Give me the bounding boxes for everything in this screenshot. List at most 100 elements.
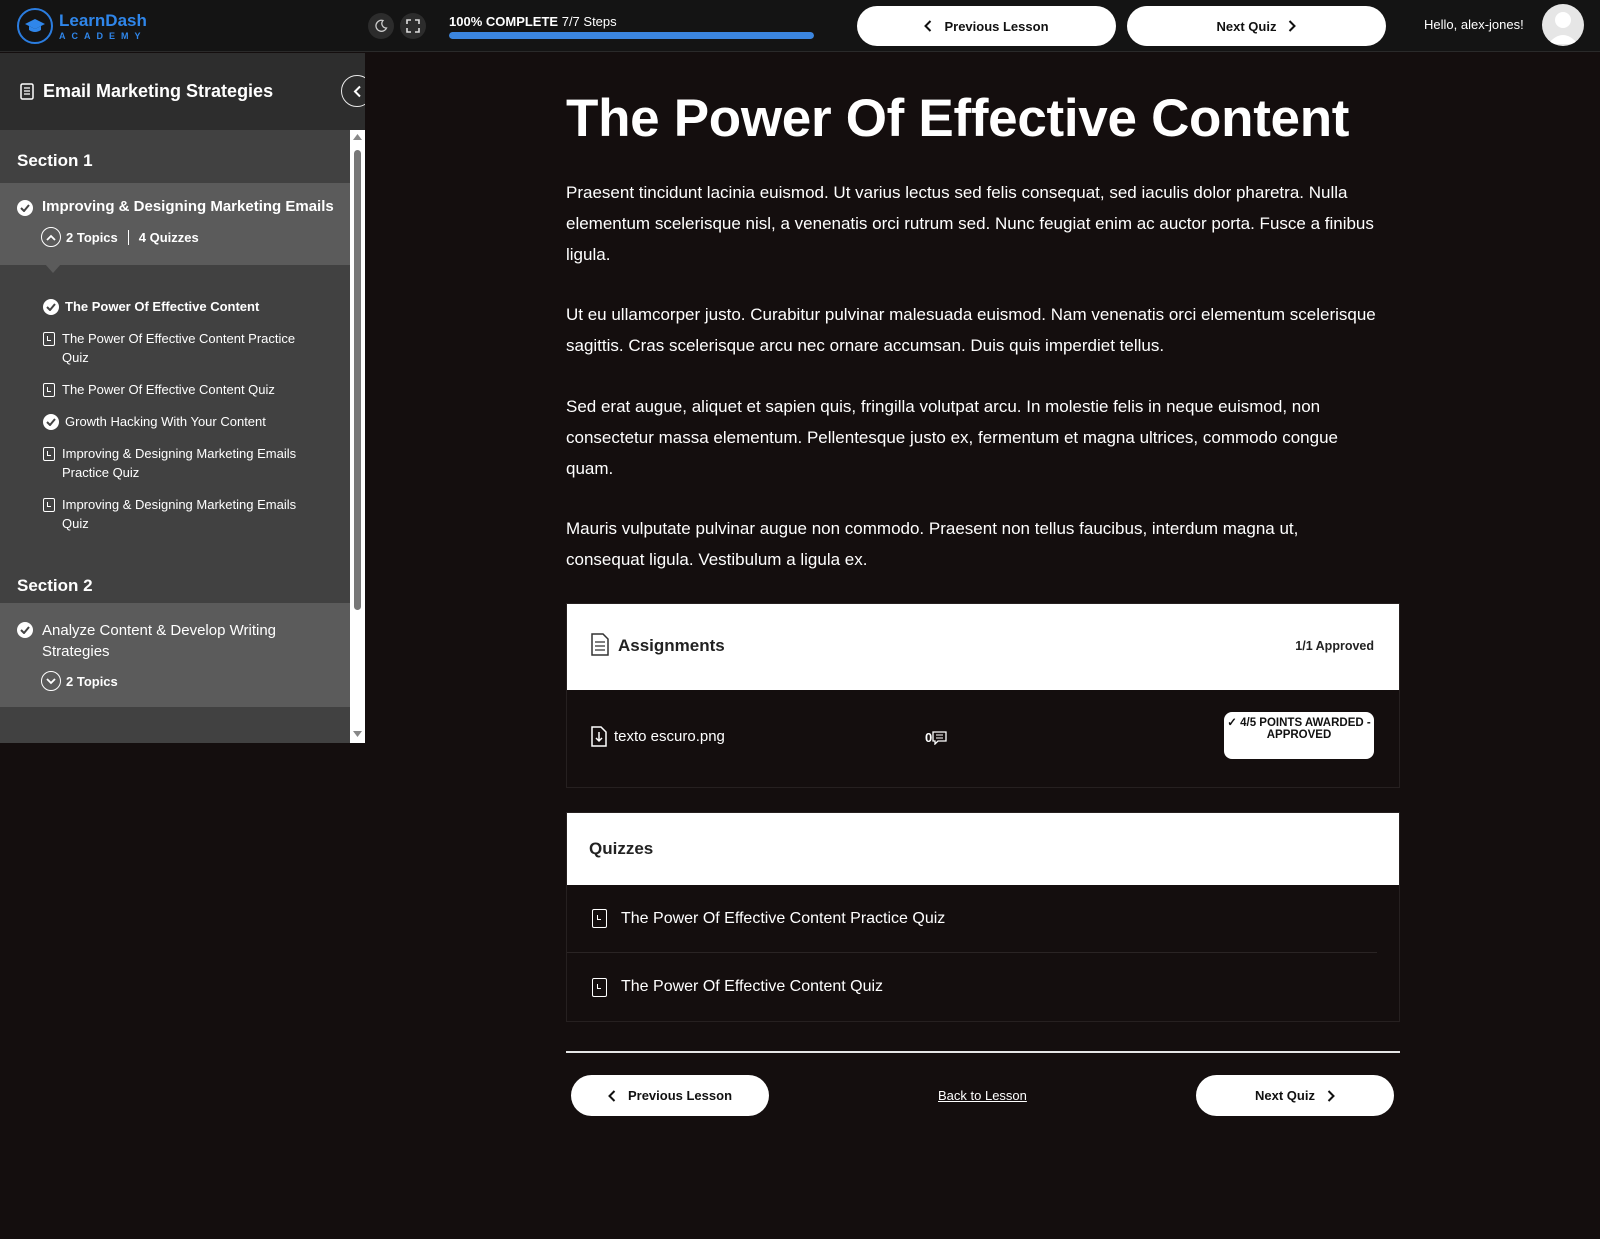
caret-pointer bbox=[45, 264, 61, 273]
user-avatar[interactable] bbox=[1542, 4, 1584, 46]
chevron-left-icon bbox=[924, 20, 932, 32]
collapse-sidebar-button[interactable] bbox=[341, 75, 365, 107]
scrollbar-thumb[interactable] bbox=[354, 150, 361, 610]
progress-percent: 100% COMPLETE bbox=[449, 14, 559, 29]
progress-bar bbox=[449, 32, 814, 39]
lesson-title: Improving & Designing Marketing Emails bbox=[42, 198, 334, 215]
quiz-label: Improving & Designing Marketing Emails P… bbox=[62, 446, 297, 480]
lesson-title: Analyze Content & Develop Writing Strate… bbox=[42, 622, 277, 660]
quizzes-list: The Power Of Effective Content Practice … bbox=[567, 885, 1399, 1021]
back-to-lesson-link[interactable]: Back to Lesson bbox=[938, 1088, 1027, 1103]
points-awarded-badge: ✓ 4/5 POINTS AWARDED - APPROVED bbox=[1224, 712, 1374, 759]
lesson-meta: 2 Topics 4 Quizzes bbox=[0, 227, 365, 247]
quiz-label: The Power Of Effective Content Practice … bbox=[62, 331, 296, 365]
quizzes-count: 4 Quizzes bbox=[138, 229, 199, 245]
quizzes-title: Quizzes bbox=[589, 839, 654, 858]
document-icon bbox=[20, 83, 34, 100]
quiz-icon bbox=[43, 332, 55, 346]
scroll-down-icon[interactable] bbox=[353, 731, 362, 737]
lesson-improving-designing[interactable]: Improving & Designing Marketing Emails 2… bbox=[0, 183, 365, 273]
quiz-item[interactable]: Improving & Designing Marketing Emails Q… bbox=[0, 495, 365, 546]
progress-status: 100% COMPLETE 7/7 Steps bbox=[449, 14, 617, 29]
quizzes-header: Quizzes bbox=[567, 813, 1399, 885]
check-circle-icon bbox=[43, 299, 59, 315]
content-paragraph: Ut eu ullamcorper justo. Curabitur pulvi… bbox=[566, 305, 1376, 355]
assignment-row: texto escuro.png 0 ✓ 4/5 POINTS AWARDED … bbox=[567, 690, 1399, 787]
topics-count: 2 Topics bbox=[66, 229, 118, 245]
quiz-icon bbox=[43, 447, 55, 461]
expand-toggle-button[interactable] bbox=[41, 671, 61, 691]
header-previous-lesson-label: Previous Lesson bbox=[944, 18, 1049, 34]
sidebar-scrollbar[interactable] bbox=[350, 130, 365, 743]
page-title: The Power Of Effective Content bbox=[566, 89, 1350, 148]
section-1-heading: Section 1 bbox=[17, 151, 93, 170]
section-2-heading: Section 2 bbox=[17, 576, 93, 595]
comment-icon bbox=[932, 730, 947, 745]
user-greeting: Hello, alex-jones! bbox=[1424, 17, 1524, 32]
expand-toggle-button[interactable] bbox=[41, 227, 61, 247]
dark-mode-toggle[interactable] bbox=[368, 13, 394, 39]
check-circle-icon bbox=[17, 200, 33, 216]
header-previous-lesson-button[interactable]: Previous Lesson bbox=[857, 6, 1116, 46]
topic-item-current[interactable]: The Power Of Effective Content bbox=[0, 297, 365, 329]
lesson-items-list: The Power Of Effective Content The Power… bbox=[0, 265, 365, 546]
chevron-right-icon bbox=[1327, 1089, 1335, 1102]
chevron-left-icon bbox=[608, 1089, 616, 1102]
quiz-icon bbox=[43, 383, 55, 397]
comments-count[interactable]: 0 bbox=[925, 730, 947, 745]
check-circle-icon bbox=[17, 622, 33, 638]
graduation-cap-icon bbox=[17, 8, 53, 44]
content-paragraph: Mauris vulputate pulvinar augue non comm… bbox=[566, 519, 1299, 569]
top-bar: LearnDash ACADEMY 100% COMPLETE 7/7 Step… bbox=[0, 0, 1600, 52]
lesson-analyze-content[interactable]: Analyze Content & Develop Writing Strate… bbox=[0, 603, 365, 707]
course-sidebar: Email Marketing Strategies Section 1 Imp… bbox=[0, 53, 365, 743]
quiz-list-item[interactable]: The Power Of Effective Content Practice … bbox=[567, 885, 1377, 953]
content-paragraph: Sed erat augue, aliquet et sapien quis, … bbox=[566, 397, 1338, 478]
assignments-status: 1/1 Approved bbox=[1295, 639, 1374, 653]
assignments-header: Assignments 1/1 Approved bbox=[567, 604, 1399, 690]
comment-count-value: 0 bbox=[925, 730, 933, 745]
quiz-item[interactable]: The Power Of Effective Content Quiz bbox=[0, 380, 365, 412]
quizzes-card: Quizzes The Power Of Effective Content P… bbox=[566, 812, 1400, 1022]
footer-next-quiz-label: Next Quiz bbox=[1255, 1088, 1315, 1103]
footer-previous-lesson-label: Previous Lesson bbox=[627, 1088, 733, 1103]
quiz-label: Improving & Designing Marketing Emails Q… bbox=[62, 497, 297, 531]
quiz-icon bbox=[43, 498, 55, 512]
brand-subtitle: ACADEMY bbox=[59, 30, 147, 41]
quiz-icon bbox=[592, 909, 607, 928]
chevron-up-icon bbox=[46, 234, 56, 241]
footer-next-quiz-button[interactable]: Next Quiz bbox=[1196, 1075, 1394, 1116]
content-paragraph: Praesent tincidunt lacinia euismod. Ut v… bbox=[566, 183, 1374, 264]
expand-icon bbox=[406, 19, 420, 33]
lesson-title-row[interactable]: Improving & Designing Marketing Emails bbox=[0, 198, 365, 216]
download-file-icon[interactable] bbox=[591, 726, 607, 747]
progress-bar-fill bbox=[449, 32, 814, 39]
header-next-quiz-button[interactable]: Next Quiz bbox=[1127, 6, 1386, 46]
brand-name: LearnDash bbox=[59, 10, 147, 30]
quiz-list-label: The Power Of Effective Content Quiz bbox=[621, 978, 884, 995]
quiz-label: The Power Of Effective Content Quiz bbox=[62, 382, 275, 397]
chevron-left-icon bbox=[353, 85, 361, 97]
quiz-list-label: The Power Of Effective Content Practice … bbox=[621, 909, 946, 927]
course-header: Email Marketing Strategies bbox=[0, 53, 365, 130]
fullscreen-toggle[interactable] bbox=[400, 13, 426, 39]
quiz-item[interactable]: The Power Of Effective Content Practice … bbox=[0, 329, 365, 380]
header-next-quiz-label: Next Quiz bbox=[1216, 18, 1277, 34]
lesson-title-row[interactable]: Analyze Content & Develop Writing Strate… bbox=[0, 620, 365, 662]
check-circle-icon bbox=[43, 414, 59, 430]
moon-icon bbox=[375, 19, 388, 32]
footer-previous-lesson-button[interactable]: Previous Lesson bbox=[571, 1075, 769, 1116]
lesson-meta: 2 Topics bbox=[0, 671, 365, 691]
document-icon bbox=[591, 633, 609, 656]
progress-steps: 7/7 Steps bbox=[561, 14, 617, 29]
brand-logo[interactable]: LearnDash ACADEMY bbox=[17, 8, 147, 44]
assignments-card: Assignments 1/1 Approved texto escuro.pn… bbox=[566, 603, 1400, 788]
scroll-up-icon[interactable] bbox=[353, 134, 362, 140]
course-title[interactable]: Email Marketing Strategies bbox=[43, 81, 273, 102]
quiz-item[interactable]: Improving & Designing Marketing Emails P… bbox=[0, 444, 365, 495]
topic-item[interactable]: Growth Hacking With Your Content bbox=[0, 412, 365, 444]
assignment-filename[interactable]: texto escuro.png bbox=[614, 728, 725, 745]
quiz-list-item[interactable]: The Power Of Effective Content Quiz bbox=[567, 953, 1399, 1021]
topic-label: The Power Of Effective Content bbox=[65, 299, 260, 314]
topic-label: Growth Hacking With Your Content bbox=[65, 414, 266, 429]
